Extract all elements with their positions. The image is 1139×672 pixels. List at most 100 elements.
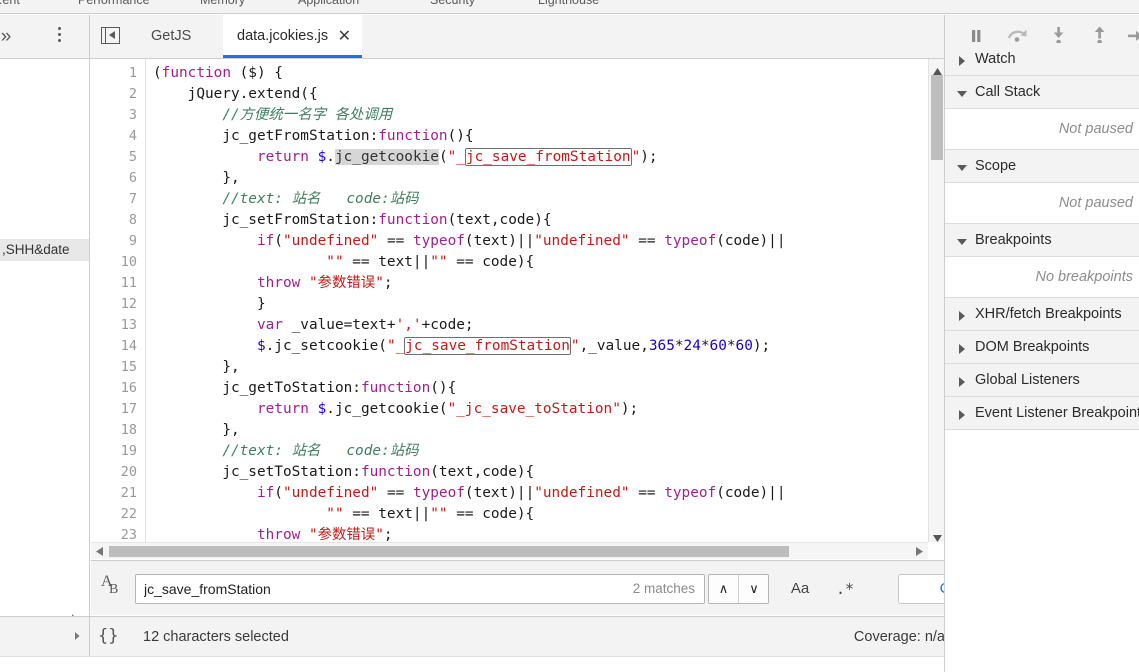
chevron-right-icon[interactable] xyxy=(70,629,84,643)
devtools-main-tab[interactable]: ...ent xyxy=(0,0,20,7)
sidebar-pane-header[interactable]: Call Stack xyxy=(945,76,1139,109)
match-case-ab-icon[interactable]: AB xyxy=(100,573,128,603)
line-number: 11 xyxy=(120,275,137,291)
scroll-down-arrow-icon[interactable] xyxy=(929,526,944,542)
code-line[interactable]: (function ($) { xyxy=(153,63,283,84)
tab-data-jcokies-js[interactable]: data.jcokies.js ✕ xyxy=(223,15,363,58)
code-token: == code){ xyxy=(447,254,535,270)
close-icon[interactable]: ✕ xyxy=(338,15,351,58)
line-number: 13 xyxy=(120,317,137,333)
code-token: (text,code){ xyxy=(447,212,552,228)
pretty-print-icon[interactable]: {} xyxy=(98,626,118,646)
code-line[interactable]: if("undefined" == typeof(text)||"undefin… xyxy=(153,231,786,252)
tab-getjs[interactable]: GetJS xyxy=(137,15,205,58)
code-line[interactable]: //text: 站名 code:站码 xyxy=(153,441,419,462)
horizontal-scroll-thumb[interactable] xyxy=(109,546,789,557)
code-line[interactable]: jc_setToStation:function(text,code){ xyxy=(153,462,534,483)
devtools-main-tab[interactable]: Lighthouse xyxy=(538,0,599,7)
sidebar-pane-header[interactable]: Global Listeners xyxy=(945,364,1139,397)
code-token: if xyxy=(256,233,275,249)
chevron-right-icon xyxy=(959,344,965,354)
code-token: "undefined" xyxy=(534,233,630,249)
search-input[interactable] xyxy=(144,575,584,603)
code-line[interactable]: }, xyxy=(153,420,239,441)
devtools-main-tab[interactable]: Performance xyxy=(78,0,150,7)
code-line[interactable]: $.jc_setcookie("_jc_save_fromStation",_v… xyxy=(153,336,770,357)
code-token: "" xyxy=(430,254,448,270)
sidebar-pane-title: Watch xyxy=(975,51,1016,67)
sidebar-pane-header[interactable]: Watch xyxy=(945,43,1139,76)
code-token: throw xyxy=(256,527,301,543)
match-case-toggle[interactable]: Aa xyxy=(783,574,817,604)
code-token: "" xyxy=(326,254,344,270)
code-line[interactable]: if("undefined" == typeof(text)||"undefin… xyxy=(153,483,786,504)
code-token: "" xyxy=(430,506,448,522)
sidebar-pane-header[interactable]: DOM Breakpoints xyxy=(945,331,1139,364)
code-line[interactable]: "" == text||"" == code){ xyxy=(153,252,534,273)
code-line[interactable]: }, xyxy=(153,168,239,189)
code-line[interactable]: return $.jc_getcookie("_jc_save_toStatio… xyxy=(153,399,638,420)
code-line[interactable]: "" == text||"" == code){ xyxy=(153,504,534,525)
code-line[interactable]: //方便统一名字 各处调用 xyxy=(153,105,392,126)
devtools-main-tab[interactable]: Memory xyxy=(200,0,245,7)
chevron-down-icon xyxy=(957,165,967,171)
chevron-right-icon xyxy=(959,377,965,387)
line-number: 6 xyxy=(128,170,137,186)
line-number: 17 xyxy=(120,401,137,417)
navigator-file-item[interactable]: ,SHH&date xyxy=(0,239,89,261)
scroll-right-arrow-icon[interactable] xyxy=(912,543,928,559)
search-prev-button[interactable]: ∧ xyxy=(709,575,739,603)
code-token: == code){ xyxy=(447,506,535,522)
code-token: (){ xyxy=(447,128,474,144)
devtools-main-tab[interactable]: Security xyxy=(430,0,475,7)
scroll-up-arrow-icon[interactable] xyxy=(929,59,944,75)
code-line[interactable]: return $.jc_getcookie("_jc_save_fromStat… xyxy=(153,147,658,168)
selection-status-label: 12 characters selected xyxy=(143,629,289,645)
code-token: function xyxy=(360,380,431,396)
sidebar-pane-header[interactable]: XHR/fetch Breakpoints xyxy=(945,298,1139,331)
code-line[interactable]: jc_setFromStation:function(text,code){ xyxy=(153,210,552,231)
sidebar-pane-header[interactable]: Breakpoints xyxy=(945,224,1139,257)
code-token: //text: 站名 code:站码 xyxy=(222,443,419,459)
code-token: if xyxy=(256,485,275,501)
sidebar-pane-title: Global Listeners xyxy=(975,372,1080,388)
code-line[interactable]: //text: 站名 code:站码 xyxy=(153,189,418,210)
sidebar-pane-title: Event Listener Breakpoints xyxy=(975,405,1139,421)
source-code[interactable]: (function ($) { jQuery.extend({ //方便统一名字… xyxy=(147,59,944,559)
code-token: jc_setFromStation: xyxy=(222,212,379,228)
editor-vertical-scrollbar[interactable] xyxy=(928,59,944,542)
code-token: == xyxy=(629,233,665,249)
scroll-left-arrow-icon[interactable] xyxy=(91,543,107,559)
code-token: $ xyxy=(256,338,266,354)
search-next-button[interactable]: ∨ xyxy=(739,575,769,603)
code-line[interactable]: }, xyxy=(153,357,239,378)
chevron-double-right-icon[interactable]: » xyxy=(0,26,18,48)
code-line[interactable]: jc_getFromStation:function(){ xyxy=(153,126,474,147)
code-line[interactable]: } xyxy=(153,294,266,315)
code-line[interactable]: jc_getToStation:function(){ xyxy=(153,378,456,399)
line-number: 3 xyxy=(128,107,137,123)
sidebar-pane-header[interactable]: Event Listener Breakpoints xyxy=(945,397,1139,430)
sidebar-pane-header[interactable]: Scope xyxy=(945,150,1139,183)
show-navigator-icon[interactable] xyxy=(99,26,121,46)
code-line[interactable]: jQuery.extend({ xyxy=(153,84,318,105)
code-token: typeof xyxy=(412,233,465,249)
code-token: $ xyxy=(317,149,327,165)
vertical-scroll-thumb[interactable] xyxy=(931,75,943,160)
token-highlight: jc_getcookie xyxy=(334,149,439,165)
code-line[interactable]: var _value=text+','+code; xyxy=(153,315,474,336)
line-number: 21 xyxy=(120,485,137,501)
search-match-highlight: jc_save_fromStation xyxy=(464,148,632,166)
code-token: ); xyxy=(620,401,639,417)
code-editor[interactable]: 123456789101112131415161718192021222324 … xyxy=(91,59,944,559)
devtools-main-tab[interactable]: Application xyxy=(298,0,359,7)
code-token: (code)|| xyxy=(716,485,786,501)
editor-horizontal-scrollbar[interactable] xyxy=(91,542,928,559)
more-vertical-icon[interactable] xyxy=(49,27,69,47)
search-input-wrapper[interactable]: 2 matches xyxy=(135,574,705,604)
regex-toggle[interactable]: .* xyxy=(831,574,859,604)
sidebar-pane-body: Not paused xyxy=(945,183,1139,224)
code-line[interactable]: throw "参数错误"; xyxy=(153,273,393,294)
chevron-down-icon xyxy=(957,239,967,245)
